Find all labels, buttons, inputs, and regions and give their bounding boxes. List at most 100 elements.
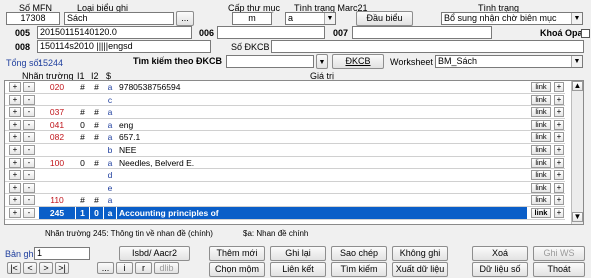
nav-next-button[interactable]: > — [39, 262, 53, 274]
search-dropdown-button[interactable]: ▼ — [316, 54, 328, 69]
add-field-button[interactable]: + — [9, 107, 21, 118]
record-number-field[interactable]: 1 — [34, 247, 90, 260]
add-subfield-button[interactable]: + — [554, 145, 564, 155]
add-field-button[interactable]: + — [9, 195, 21, 206]
indicator1-cell[interactable] — [76, 94, 89, 106]
field-tag-cell[interactable]: 037 — [39, 106, 75, 118]
dkcb-field[interactable] — [271, 40, 584, 53]
add-field-button[interactable]: + — [9, 132, 21, 143]
choose-button[interactable]: Chọn mộm — [209, 262, 265, 277]
remove-field-button[interactable]: - — [23, 157, 35, 168]
indicator2-cell[interactable] — [90, 144, 103, 156]
subfield-code-cell[interactable]: a — [104, 157, 116, 169]
table-row[interactable]: + -041 0 # a eng link + — [5, 119, 565, 132]
indicator1-cell[interactable]: 0 — [76, 157, 89, 169]
nav-first-button[interactable]: |< — [7, 262, 21, 274]
nav-prev-button[interactable]: < — [23, 262, 37, 274]
search-dkcb-select[interactable] — [226, 55, 314, 68]
nav-r-button[interactable]: r — [135, 262, 152, 274]
indicator2-cell[interactable]: 0 — [90, 207, 103, 219]
remove-field-button[interactable]: - — [23, 119, 35, 130]
indicator1-cell[interactable]: # — [76, 131, 89, 143]
ghiws-button[interactable]: Ghi WS — [533, 246, 585, 261]
add-field-button[interactable]: + — [9, 145, 21, 155]
link-button[interactable]: link — [531, 182, 551, 193]
add-subfield-button[interactable]: + — [554, 157, 564, 168]
link-button[interactable]: link — [531, 94, 551, 105]
link-button[interactable]: link — [531, 208, 551, 218]
field-tag-cell[interactable]: 110 — [39, 194, 75, 206]
mfn-field[interactable]: 17308 — [6, 12, 60, 25]
indicator1-cell[interactable]: 0 — [76, 119, 89, 131]
field-tag-cell[interactable]: 245 — [39, 207, 75, 219]
indicator1-cell[interactable] — [76, 182, 89, 194]
nav-i-button[interactable]: i — [116, 262, 133, 274]
record-type-field[interactable]: Sách — [64, 12, 174, 25]
field-value-cell[interactable]: 9780538756594 — [117, 81, 527, 93]
indicator2-cell[interactable]: # — [90, 81, 103, 93]
table-row[interactable]: + -100 0 # a Needles, Belverd E. link + — [5, 157, 565, 170]
subfield-code-cell[interactable]: a — [104, 119, 116, 131]
indicator1-cell[interactable]: 1 — [76, 207, 89, 219]
field-tag-cell[interactable] — [39, 144, 75, 156]
indicator2-cell[interactable]: # — [90, 194, 103, 206]
add-subfield-button[interactable]: + — [554, 107, 564, 118]
table-row[interactable]: + - d link + — [5, 169, 565, 182]
subfield-code-cell[interactable]: a — [104, 131, 116, 143]
isbd-button[interactable]: Isbd/ Aacr2 — [119, 246, 190, 261]
add-subfield-button[interactable]: + — [554, 170, 564, 181]
table-row[interactable]: + -020 # # a 9780538756594 link + — [5, 81, 565, 94]
table-row[interactable]: + - c link + — [5, 94, 565, 107]
indicator1-cell[interactable]: # — [76, 106, 89, 118]
indicator2-cell[interactable]: # — [90, 131, 103, 143]
scroll-up-icon[interactable]: ▲ — [572, 81, 583, 91]
link-button[interactable]: link — [531, 132, 551, 143]
add-subfield-button[interactable]: + — [554, 195, 564, 206]
subfield-code-cell[interactable]: a — [104, 106, 116, 118]
field-value-cell[interactable] — [117, 94, 527, 106]
subfield-code-cell[interactable]: d — [104, 169, 116, 181]
indicator2-cell[interactable] — [90, 94, 103, 106]
nav-dlib-button[interactable]: dlib — [154, 262, 179, 274]
subfield-code-cell[interactable]: e — [104, 182, 116, 194]
add-field-button[interactable]: + — [9, 157, 21, 168]
remove-field-button[interactable]: - — [23, 107, 35, 118]
export-button[interactable]: Xuất dữ liệu — [392, 262, 448, 277]
add-subfield-button[interactable]: + — [554, 182, 564, 193]
add-field-button[interactable]: + — [9, 119, 21, 130]
table-row[interactable]: + -110 # # a link + — [5, 194, 565, 207]
f006-field[interactable] — [217, 26, 325, 39]
field-tag-cell[interactable] — [39, 182, 75, 194]
remove-field-button[interactable]: - — [23, 94, 35, 105]
nav-last-button[interactable]: >| — [55, 262, 69, 274]
field-tag-cell[interactable]: 082 — [39, 131, 75, 143]
link-button[interactable]: link — [531, 157, 551, 168]
link-button[interactable]: link — [531, 107, 551, 118]
remove-field-button[interactable]: - — [23, 170, 35, 181]
search-button[interactable]: Tìm kiếm — [331, 262, 387, 277]
indicator1-cell[interactable]: # — [76, 81, 89, 93]
copy-button[interactable]: Sao chép — [331, 246, 387, 261]
indicator2-cell[interactable] — [90, 182, 103, 194]
remove-field-button[interactable]: - — [23, 208, 35, 218]
field-value-cell[interactable] — [117, 194, 527, 206]
add-subfield-button[interactable]: + — [554, 208, 564, 218]
level-field[interactable]: m — [232, 12, 272, 25]
field-tag-cell[interactable] — [39, 94, 75, 106]
field-value-cell[interactable] — [117, 169, 527, 181]
subfield-code-cell[interactable]: a — [104, 194, 116, 206]
subfield-code-cell[interactable]: b — [104, 144, 116, 156]
field-tag-cell[interactable]: 041 — [39, 119, 75, 131]
field-value-cell[interactable]: Needles, Belverd E. — [117, 157, 527, 169]
field-tag-cell[interactable]: 020 — [39, 81, 75, 93]
marc-status-select[interactable]: a ▼ — [285, 12, 336, 25]
add-subfield-button[interactable]: + — [554, 119, 564, 130]
worksheet-select[interactable]: BM_Sách ▼ — [435, 55, 583, 68]
field-value-cell[interactable]: NEE — [117, 144, 527, 156]
field-tag-cell[interactable]: 100 — [39, 157, 75, 169]
record-type-browse-button[interactable]: ... — [176, 11, 194, 26]
remove-field-button[interactable]: - — [23, 195, 35, 206]
dkcb-button[interactable]: ĐKCB — [332, 54, 384, 69]
add-field-button[interactable]: + — [9, 182, 21, 193]
save-button[interactable]: Ghi lại — [270, 246, 326, 261]
